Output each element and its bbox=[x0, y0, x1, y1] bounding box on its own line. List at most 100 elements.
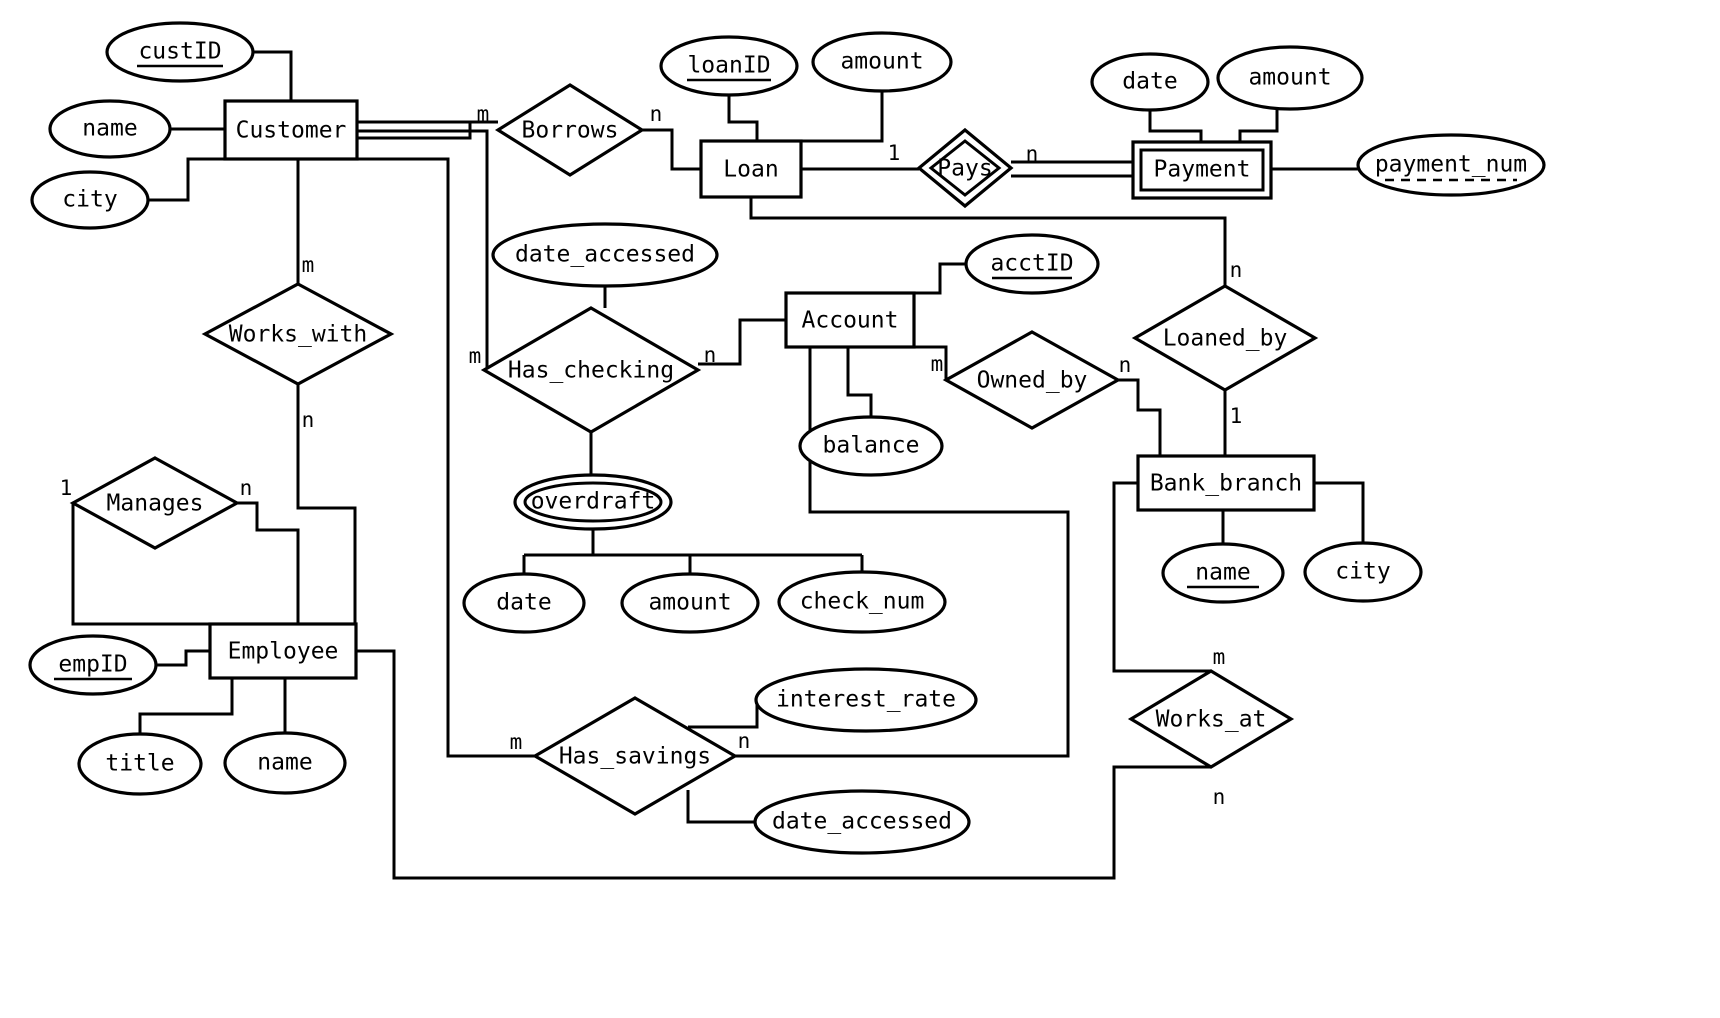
attribute-payment-date[interactable]: date bbox=[1090, 52, 1210, 112]
relationship-works-at[interactable]: Works_at bbox=[1127, 669, 1295, 769]
attribute-account-acctid-label: acctID bbox=[990, 251, 1073, 277]
edge-hassavings-interest bbox=[688, 698, 759, 729]
attribute-overdraft-amount-label: amount bbox=[648, 590, 731, 616]
relationship-owned-by[interactable]: Owned_by bbox=[942, 330, 1122, 430]
attribute-bank-branch-name-label: name bbox=[1195, 560, 1250, 586]
relationship-has-checking-label: Has_checking bbox=[508, 358, 674, 384]
attribute-loan-amount-label: amount bbox=[840, 49, 923, 75]
attribute-has-checking-date-accessed[interactable]: date_accessed bbox=[491, 222, 719, 288]
attribute-bank-branch-city-label: city bbox=[1335, 559, 1390, 585]
relationship-has-savings[interactable]: Has_savings bbox=[531, 696, 739, 816]
attribute-overdraft-amount[interactable]: amount bbox=[620, 572, 760, 634]
attribute-employee-name[interactable]: name bbox=[223, 731, 347, 795]
entity-customer[interactable]: Customer bbox=[223, 99, 359, 161]
edge-employee-empid bbox=[156, 649, 210, 667]
relationship-works-with[interactable]: Works_with bbox=[201, 282, 395, 386]
cardinality-manages-n: n bbox=[240, 476, 253, 500]
relationship-borrows[interactable]: Borrows bbox=[494, 83, 646, 177]
attribute-employee-name-label: name bbox=[257, 750, 312, 776]
cardinality-has-checking-m: m bbox=[469, 344, 482, 368]
relationship-has-checking[interactable]: Has_checking bbox=[480, 306, 702, 434]
entity-employee-label: Employee bbox=[228, 639, 339, 665]
attribute-customer-custid[interactable]: custID bbox=[105, 21, 255, 83]
edge-account-balance bbox=[846, 347, 873, 417]
cardinality-owned-by-m: m bbox=[931, 352, 944, 376]
attribute-loan-amount[interactable]: amount bbox=[811, 31, 953, 93]
attribute-overdraft-date[interactable]: date bbox=[462, 572, 586, 634]
attribute-customer-city[interactable]: city bbox=[30, 170, 150, 230]
attribute-bank-branch-name[interactable]: name bbox=[1161, 542, 1285, 604]
entity-bank-branch-label: Bank_branch bbox=[1150, 471, 1302, 497]
cardinality-has-savings-n: n bbox=[738, 729, 751, 753]
cardinality-owned-by-n: n bbox=[1119, 353, 1132, 377]
entity-payment-label: Payment bbox=[1154, 157, 1251, 183]
relationship-has-savings-label: Has_savings bbox=[559, 744, 711, 770]
entity-account[interactable]: Account bbox=[784, 291, 916, 349]
edge-overdraft-bus bbox=[522, 529, 864, 574]
attribute-has-savings-date-accessed-label: date_accessed bbox=[772, 809, 952, 835]
attribute-has-savings-date-accessed[interactable]: date_accessed bbox=[753, 789, 971, 855]
edge-hassavings-date bbox=[686, 790, 755, 824]
attribute-employee-empid-label: empID bbox=[58, 652, 127, 678]
er-diagram-svg: Customer Loan Payment Account Bank_branc… bbox=[0, 0, 1720, 1018]
attribute-employee-title-label: title bbox=[105, 751, 174, 777]
relationship-borrows-label: Borrows bbox=[522, 118, 619, 144]
edge-payment-date bbox=[1148, 110, 1203, 142]
relationship-works-at-label: Works_at bbox=[1156, 707, 1267, 733]
entity-employee[interactable]: Employee bbox=[208, 622, 358, 680]
attribute-payment-amount[interactable]: amount bbox=[1216, 45, 1364, 111]
relationship-pays[interactable]: Pays bbox=[916, 127, 1014, 209]
attribute-employee-empid[interactable]: empID bbox=[28, 634, 158, 696]
attribute-account-balance[interactable]: balance bbox=[798, 415, 944, 477]
entity-account-label: Account bbox=[802, 308, 899, 334]
entity-customer-label: Customer bbox=[236, 118, 347, 144]
attribute-employee-title[interactable]: title bbox=[77, 732, 203, 796]
attribute-overdraft-check-num[interactable]: check_num bbox=[777, 570, 947, 634]
entity-bank-branch[interactable]: Bank_branch bbox=[1136, 454, 1316, 512]
edge-payment-amount bbox=[1238, 109, 1279, 142]
attribute-account-acctid[interactable]: acctID bbox=[964, 233, 1100, 295]
attribute-account-balance-label: balance bbox=[823, 433, 920, 459]
attribute-payment-num-label: payment_num bbox=[1375, 152, 1527, 178]
attribute-customer-custid-label: custID bbox=[138, 39, 221, 65]
entity-loan-label: Loan bbox=[723, 157, 778, 183]
attribute-bank-branch-city[interactable]: city bbox=[1303, 541, 1423, 603]
edge-bankbranch-city bbox=[1314, 481, 1365, 543]
relationships-layer: Borrows Pays Works_with Has_checking Own… bbox=[69, 83, 1319, 816]
attribute-has-savings-interest-rate-label: interest_rate bbox=[776, 687, 956, 713]
cardinality-works-with-n: n bbox=[302, 408, 315, 432]
attribute-overdraft-label: overdraft bbox=[531, 489, 656, 515]
edge-customer-custid bbox=[253, 50, 293, 101]
relationship-manages[interactable]: Manages bbox=[69, 456, 241, 550]
attribute-overdraft-date-label: date bbox=[496, 590, 551, 616]
cardinality-works-at-m: m bbox=[1213, 645, 1226, 669]
relationship-owned-by-label: Owned_by bbox=[977, 368, 1088, 394]
edge-account-acctid bbox=[914, 262, 966, 295]
attribute-customer-name-label: name bbox=[82, 116, 137, 142]
relationship-works-with-label: Works_with bbox=[229, 322, 367, 348]
cardinality-has-checking-n: n bbox=[704, 343, 717, 367]
attribute-loan-loanid[interactable]: loanID bbox=[659, 35, 799, 97]
attribute-overdraft-check-num-label: check_num bbox=[800, 589, 925, 615]
attribute-payment-date-label: date bbox=[1122, 69, 1177, 95]
cardinality-labels: m n 1 n m n m n m n n 1 1 n m n m n bbox=[60, 102, 1243, 809]
attribute-overdraft[interactable]: overdraft bbox=[513, 473, 673, 531]
attribute-customer-city-label: city bbox=[62, 187, 117, 213]
cardinality-works-with-m: m bbox=[302, 253, 315, 277]
attribute-customer-name[interactable]: name bbox=[48, 99, 172, 159]
cardinality-loaned-by-1: 1 bbox=[1230, 404, 1243, 428]
edge-loan-amount bbox=[801, 91, 884, 143]
entities-layer: Customer Loan Payment Account Bank_branc… bbox=[208, 99, 1316, 680]
edge-loan-loanid bbox=[727, 95, 759, 141]
er-diagram-canvas: Customer Loan Payment Account Bank_branc… bbox=[0, 0, 1720, 1018]
cardinality-pays-1: 1 bbox=[888, 141, 901, 165]
edge-ownedby-bankbranch bbox=[1118, 378, 1162, 456]
attribute-has-savings-interest-rate[interactable]: interest_rate bbox=[754, 667, 978, 733]
entity-loan[interactable]: Loan bbox=[699, 139, 803, 199]
entity-payment[interactable]: Payment bbox=[1131, 140, 1273, 200]
cardinality-works-at-n: n bbox=[1213, 785, 1226, 809]
edge-customer-city bbox=[148, 157, 225, 202]
attribute-payment-num[interactable]: payment_num bbox=[1356, 133, 1546, 197]
relationship-loaned-by[interactable]: Loaned_by bbox=[1131, 284, 1319, 392]
cardinality-borrows-m: m bbox=[477, 102, 490, 126]
